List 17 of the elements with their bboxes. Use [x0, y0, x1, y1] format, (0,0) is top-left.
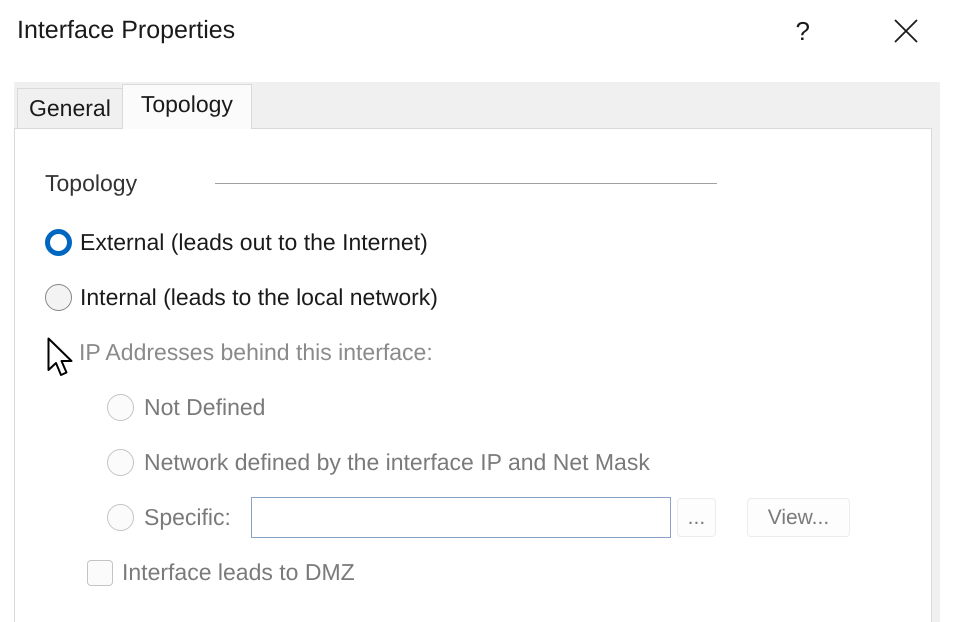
window-title: Interface Properties [17, 15, 236, 46]
option-label: Network defined by the interface IP and Net Mask [144, 448, 650, 478]
specific-input-field[interactable] [250, 497, 671, 538]
option-label: Specific: [144, 503, 231, 532]
section-label: IP Addresses behind this interface: [79, 338, 433, 368]
radio-button[interactable] [45, 229, 72, 256]
mouse-cursor-icon [47, 337, 73, 377]
checkbox-label: Interface leads to DMZ [122, 558, 355, 588]
option-label: External (leads out to the Internet) [80, 228, 428, 258]
help-button[interactable]: ? [796, 18, 810, 44]
tab[interactable]: General [17, 88, 122, 128]
close-icon[interactable] [894, 19, 918, 43]
group-label: Topology [45, 169, 138, 198]
option-label: Internal (leads to the local network) [80, 283, 438, 312]
radio-button[interactable] [45, 284, 72, 311]
option-label: Not Defined [144, 393, 266, 422]
tab[interactable]: Topology [122, 84, 252, 129]
